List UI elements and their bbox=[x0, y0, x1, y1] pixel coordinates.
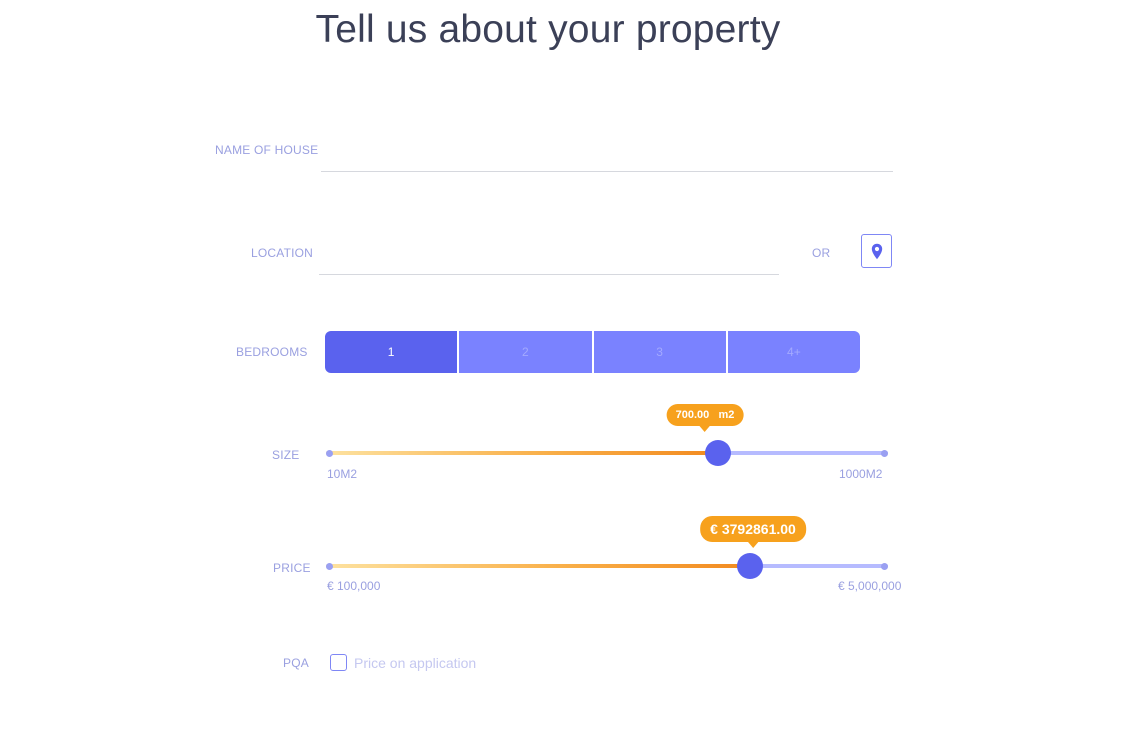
price-slider[interactable] bbox=[326, 552, 888, 582]
size-value-tooltip: 700.00 m2 bbox=[666, 404, 744, 432]
price-value-tooltip: € 3792861.00 bbox=[700, 516, 806, 548]
bedrooms-option-1[interactable]: 1 bbox=[325, 331, 460, 373]
price-max-label: € 5,000,000 bbox=[838, 579, 902, 593]
use-my-location-button[interactable] bbox=[861, 234, 892, 268]
bedrooms-option-2[interactable]: 2 bbox=[459, 331, 594, 373]
bedrooms-selector: 1 2 3 4+ bbox=[325, 331, 860, 373]
price-on-application-label[interactable]: Price on application bbox=[354, 655, 476, 671]
price-slider-max-dot bbox=[881, 563, 888, 570]
size-slider-thumb[interactable] bbox=[705, 440, 731, 466]
name-of-house-input[interactable] bbox=[321, 141, 893, 172]
size-tooltip-value: 700.00 bbox=[675, 409, 710, 421]
price-slider-min-dot bbox=[326, 563, 333, 570]
size-max-label: 1000M2 bbox=[839, 467, 883, 481]
location-pin-icon bbox=[871, 243, 882, 259]
size-tooltip-unit: m2 bbox=[718, 409, 735, 421]
size-slider-fill bbox=[326, 451, 718, 455]
bedrooms-option-3[interactable]: 3 bbox=[593, 331, 728, 373]
page-title: Tell us about your property bbox=[315, 8, 781, 51]
price-on-application-checkbox[interactable] bbox=[330, 654, 347, 671]
price-min-label: € 100,000 bbox=[327, 579, 381, 593]
location-input[interactable] bbox=[319, 244, 779, 275]
size-slider[interactable] bbox=[326, 439, 888, 469]
size-slider-min-dot bbox=[326, 450, 333, 457]
price-slider-thumb[interactable] bbox=[737, 553, 763, 579]
name-of-house-label: NAME OF HOUSE bbox=[215, 143, 319, 157]
size-min-label: 10M2 bbox=[327, 467, 358, 481]
price-slider-fill bbox=[326, 564, 750, 568]
bedrooms-label: BEDROOMS bbox=[236, 345, 308, 359]
size-label: SIZE bbox=[272, 448, 300, 462]
bedrooms-option-4-plus[interactable]: 4+ bbox=[727, 331, 860, 373]
size-slider-max-dot bbox=[881, 450, 888, 457]
location-label: LOCATION bbox=[251, 246, 314, 260]
or-label: OR bbox=[812, 246, 831, 260]
price-label: PRICE bbox=[273, 561, 311, 575]
pqa-label: PQA bbox=[283, 656, 309, 670]
